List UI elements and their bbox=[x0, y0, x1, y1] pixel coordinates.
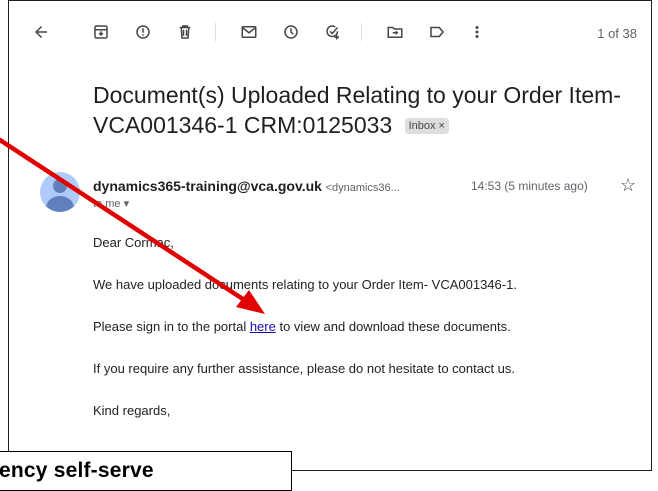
chevron-down-icon: ▾ bbox=[123, 198, 130, 210]
archive-button[interactable] bbox=[91, 22, 111, 42]
sender-avatar[interactable] bbox=[40, 172, 80, 212]
more-vert-icon bbox=[475, 26, 479, 38]
report-spam-icon bbox=[136, 25, 150, 39]
add-task-icon bbox=[326, 25, 339, 40]
chip-label: Inbox bbox=[408, 120, 436, 132]
toolbar-divider bbox=[361, 23, 362, 41]
recipient-dropdown[interactable]: to me ▾ bbox=[93, 197, 129, 210]
email-paragraph-3: If you require any further assistance, p… bbox=[93, 361, 516, 376]
mark-unread-button[interactable] bbox=[239, 22, 259, 42]
recipient-text: to me bbox=[93, 198, 121, 210]
star-icon: ☆ bbox=[620, 175, 637, 195]
inbox-label-chip[interactable]: Inbox × bbox=[404, 118, 449, 134]
labels-button[interactable] bbox=[427, 22, 447, 42]
para2-before: Please sign in to the portal bbox=[93, 319, 250, 334]
email-greeting: Dear Cormac, bbox=[93, 235, 174, 250]
subject-text: Document(s) Uploaded Relating to your Or… bbox=[93, 82, 621, 138]
avatar-head-shape bbox=[53, 179, 67, 193]
portal-link[interactable]: here bbox=[250, 319, 276, 334]
back-button[interactable] bbox=[31, 22, 51, 42]
avatar-body-shape bbox=[46, 196, 74, 212]
add-task-button[interactable] bbox=[323, 22, 343, 42]
chip-remove-button[interactable]: × bbox=[439, 120, 445, 132]
delete-button[interactable] bbox=[175, 22, 195, 42]
more-options-button[interactable] bbox=[467, 22, 487, 42]
move-to-button[interactable] bbox=[385, 22, 405, 42]
label-icon bbox=[430, 26, 444, 38]
email-paragraph-2: Please sign in to the portal here to vie… bbox=[93, 319, 633, 334]
sender-name[interactable]: dynamics365-training@vca.gov.uk bbox=[93, 178, 322, 194]
email-view: 1 of 38 Document(s) Uploaded Relating to… bbox=[8, 0, 652, 471]
mail-icon bbox=[241, 26, 257, 38]
toolbar-divider bbox=[215, 23, 216, 41]
archive-icon bbox=[94, 25, 108, 39]
email-subject: Document(s) Uploaded Relating to your Or… bbox=[93, 80, 633, 140]
para2-after: to view and download these documents. bbox=[275, 319, 511, 334]
sender-email: <dynamics36... bbox=[325, 182, 400, 194]
caption-text: ency self-serve bbox=[0, 459, 154, 482]
caption-box: ency self-serve bbox=[0, 451, 292, 491]
report-spam-button[interactable] bbox=[133, 22, 153, 42]
folder-move-icon bbox=[387, 26, 403, 38]
message-counter: 1 of 38 bbox=[597, 26, 637, 41]
sender-line: dynamics365-training@vca.gov.uk <dynamic… bbox=[93, 178, 400, 194]
clock-icon bbox=[284, 25, 298, 39]
arrow-left-icon bbox=[35, 26, 47, 38]
message-time: 14:53 (5 minutes ago) bbox=[471, 179, 588, 193]
star-button[interactable]: ☆ bbox=[620, 175, 636, 196]
email-paragraph-1: We have uploaded documents relating to y… bbox=[93, 277, 517, 292]
email-closing: Kind regards, bbox=[93, 403, 171, 418]
snooze-button[interactable] bbox=[281, 22, 301, 42]
trash-icon bbox=[179, 25, 191, 39]
email-toolbar: 1 of 38 bbox=[9, 1, 651, 63]
